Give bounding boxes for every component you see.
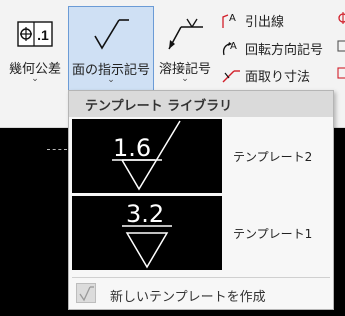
surface-symbol-button[interactable]: 面の指示記号 ⌄ <box>68 6 154 92</box>
leader-line-label: 引出線 <box>245 14 285 30</box>
surface-texture-icon <box>76 283 96 303</box>
dashed-line <box>47 149 67 150</box>
geometric-tolerance-icon: .1 <box>5 14 65 54</box>
template-value: 1.6 <box>113 134 151 162</box>
svg-text:A: A <box>230 41 237 52</box>
create-template-label: 新しいテンプレートを作成 <box>110 290 266 305</box>
popup-header: テンプレート ライブラリ <box>69 91 333 117</box>
weld-symbol-icon <box>155 14 215 54</box>
leader-line-icon: A <box>220 11 242 29</box>
template-value: 3.2 <box>126 200 164 228</box>
rotation-direction-label: 回転方向記号 <box>245 42 324 58</box>
create-template-button[interactable]: 新しいテンプレートを作成 <box>72 280 330 308</box>
chevron-down-icon: ⌄ <box>31 74 39 84</box>
divider <box>72 277 330 278</box>
surface-texture-icon <box>69 15 153 55</box>
geometric-tolerance-button[interactable]: .1 幾何公差 ⌄ <box>5 6 65 92</box>
partial-tool-icon[interactable] <box>333 38 345 52</box>
template-thumbnail: 3.2 <box>72 196 222 270</box>
template-label: テンプレート2 <box>233 150 313 164</box>
template-label: テンプレート1 <box>233 227 313 241</box>
partial-tool-icon[interactable] <box>333 65 345 79</box>
chamfer-dimension-label: 面取り寸法 <box>245 69 311 85</box>
template-item[interactable]: 3.2 テンプレート1 <box>72 196 330 270</box>
partial-tool-icon[interactable] <box>333 10 345 24</box>
svg-text:.1: .1 <box>37 27 49 43</box>
chevron-down-icon: ⌄ <box>181 74 189 84</box>
template-library-popup: テンプレート ライブラリ 1.6 テンプレート2 3.2 テンプレート1 新しい… <box>68 90 334 310</box>
leader-line-button[interactable]: A 引出線 <box>220 10 284 30</box>
svg-text:A: A <box>229 13 236 24</box>
chevron-down-icon: ⌄ <box>107 75 115 85</box>
rotation-direction-button[interactable]: A 回転方向記号 <box>220 38 323 58</box>
template-item[interactable]: 1.6 テンプレート2 <box>72 119 330 193</box>
chamfer-dimension-button[interactable]: 面取り寸法 <box>220 65 310 85</box>
weld-symbol-button[interactable]: 溶接記号 ⌄ <box>155 6 215 92</box>
template-thumbnail: 1.6 <box>72 119 222 193</box>
rotation-direction-icon: A <box>220 39 242 57</box>
popup-title: テンプレート ライブラリ <box>85 99 233 114</box>
chamfer-dimension-icon <box>220 66 242 84</box>
